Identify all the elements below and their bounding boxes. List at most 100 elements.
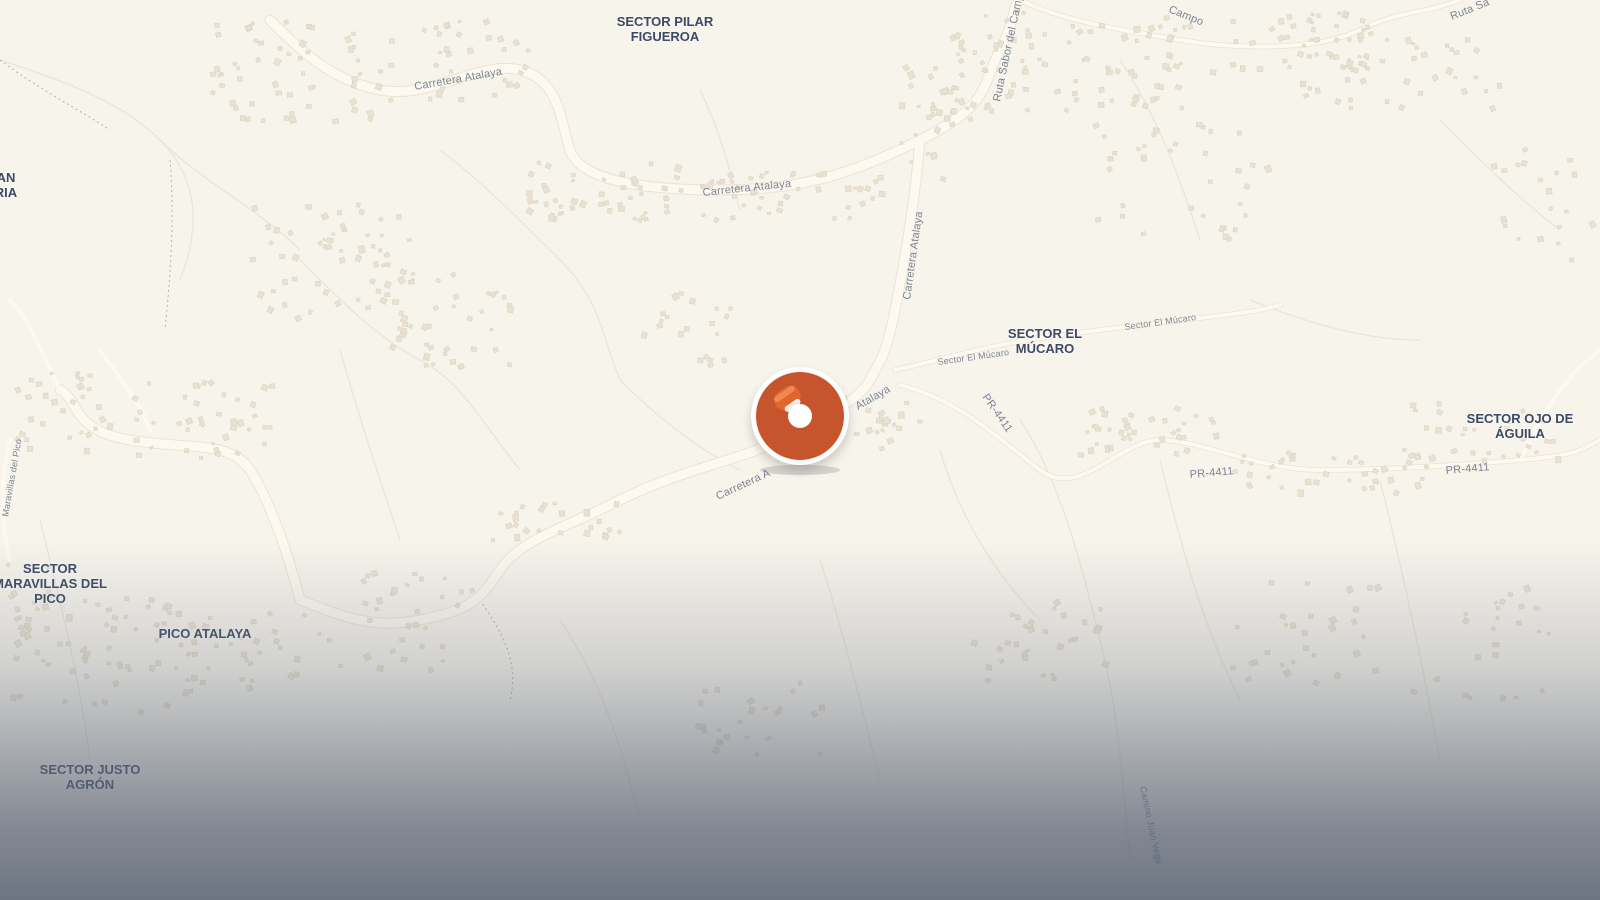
building (1348, 105, 1354, 111)
building (1571, 171, 1578, 178)
building (1188, 205, 1195, 212)
building (1290, 659, 1296, 665)
building (1483, 89, 1488, 94)
building (1097, 101, 1105, 109)
building (247, 660, 254, 667)
building (533, 199, 539, 204)
building (714, 686, 721, 693)
building (903, 400, 910, 406)
building (232, 61, 238, 67)
location-marker[interactable] (751, 367, 849, 465)
building (723, 733, 731, 740)
building (133, 627, 138, 632)
building (250, 619, 257, 625)
building (286, 92, 293, 98)
building (350, 31, 357, 37)
building (134, 417, 140, 423)
building (719, 178, 726, 184)
building (1414, 454, 1421, 461)
building (1232, 226, 1239, 233)
building (1128, 412, 1133, 417)
building (1087, 29, 1094, 35)
building (1036, 57, 1043, 62)
building (1297, 489, 1305, 497)
building (1028, 42, 1035, 50)
building (1070, 23, 1076, 29)
building (1249, 162, 1256, 169)
building (583, 529, 591, 538)
building (249, 257, 256, 263)
building (1465, 37, 1471, 43)
building (1230, 665, 1236, 671)
building (1102, 134, 1107, 140)
building (1236, 130, 1243, 136)
building (898, 411, 905, 419)
building (249, 678, 255, 684)
building (257, 650, 262, 655)
place-label-sector-ojo-de-aguila: SECTOR OJO DE ÁGUILA (1466, 411, 1574, 441)
building (764, 170, 769, 175)
building (1248, 461, 1254, 466)
building (1463, 611, 1469, 617)
building (1091, 423, 1099, 429)
building (1533, 605, 1540, 611)
building (262, 424, 268, 430)
building (1555, 455, 1562, 464)
building (1073, 97, 1080, 103)
building (1516, 620, 1522, 626)
building (281, 301, 288, 309)
building (1513, 695, 1519, 700)
building (766, 211, 772, 215)
building (1499, 695, 1507, 702)
building (148, 664, 156, 672)
building (199, 679, 206, 686)
building (326, 237, 334, 244)
building (1283, 34, 1291, 41)
building (1545, 187, 1553, 195)
building (1312, 479, 1321, 486)
building (627, 195, 633, 201)
building (1025, 32, 1032, 39)
building (1107, 427, 1112, 432)
building (1024, 107, 1031, 113)
building (23, 622, 31, 629)
building (874, 429, 880, 435)
building (1004, 640, 1012, 646)
building (234, 397, 241, 403)
building (853, 431, 860, 437)
building (536, 160, 542, 166)
building (985, 664, 993, 671)
building (95, 403, 103, 411)
building (1491, 626, 1496, 631)
building (419, 576, 424, 582)
building (1306, 53, 1313, 59)
building (541, 182, 547, 188)
building (1410, 402, 1417, 409)
building (124, 596, 130, 602)
building (1337, 11, 1342, 16)
building (1021, 69, 1029, 75)
building (1518, 603, 1526, 610)
building (1136, 147, 1141, 152)
building (182, 394, 188, 400)
building (25, 616, 32, 623)
building (558, 510, 566, 518)
building (526, 190, 533, 197)
building (832, 216, 837, 221)
building (261, 441, 268, 447)
map-canvas[interactable]: Carretera Atalaya Carretera Atalaya Carr… (0, 0, 1600, 900)
building (1316, 13, 1321, 19)
building (406, 237, 412, 243)
building (384, 292, 391, 298)
building (1181, 421, 1187, 426)
building (485, 35, 492, 41)
building (1344, 76, 1351, 83)
building (1022, 87, 1029, 92)
building (1516, 236, 1521, 242)
building (155, 660, 162, 667)
building (1353, 455, 1359, 460)
building (1158, 435, 1166, 443)
building (619, 171, 626, 177)
building (899, 102, 906, 110)
building (214, 643, 219, 649)
